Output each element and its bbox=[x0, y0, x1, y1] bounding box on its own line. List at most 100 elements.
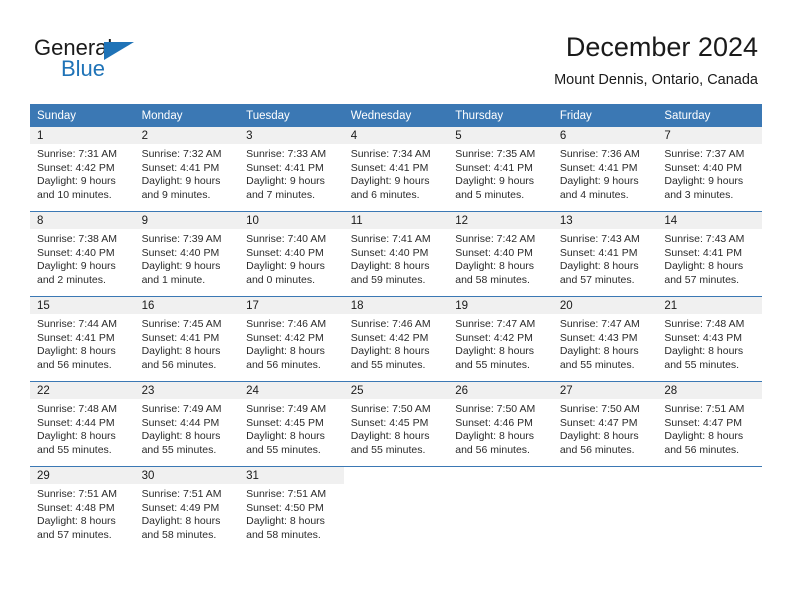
day-info-daylight1: Daylight: 8 hours bbox=[141, 345, 221, 358]
day-cell-content: 15 Sunrise: 7:44 AM Sunset: 4:41 PM Dayligh… bbox=[30, 297, 135, 381]
day-info-daylight1: Daylight: 8 hours bbox=[350, 345, 430, 358]
calendar-week-row: 1 Sunrise: 7:31 AM Sunset: 4:42 PM Daylight… bbox=[30, 127, 762, 212]
calendar-day-cell[interactable]: 17 Sunrise: 7:46 AM Sunset: 4:42 PM Dayligh… bbox=[239, 296, 344, 382]
calendar-day-cell[interactable]: 19 Sunrise: 7:47 AM Sunset: 4:42 PM Dayligh… bbox=[448, 296, 553, 382]
calendar-day-cell[interactable]: 9 Sunrise: 7:39 AM Sunset: 4:40 PM Daylight… bbox=[134, 211, 240, 297]
day-cell-content: 24 Sunrise: 7:49 AM Sunset: 4:45 PM Dayligh… bbox=[239, 382, 344, 466]
day-info-daylight1: Daylight: 8 hours bbox=[246, 515, 325, 528]
calendar-day-cell[interactable]: 30 Sunrise: 7:51 AM Sunset: 4:49 PM Dayligh… bbox=[134, 466, 240, 551]
calendar-day-cell[interactable]: 18 Sunrise: 7:46 AM Sunset: 4:42 PM Dayligh… bbox=[343, 296, 449, 382]
calendar-day-cell[interactable]: 24 Sunrise: 7:49 AM Sunset: 4:45 PM Dayligh… bbox=[239, 381, 344, 467]
day-info-sunrise: Sunrise: 7:31 AM bbox=[37, 148, 117, 160]
day-info-sunrise: Sunrise: 7:50 AM bbox=[559, 403, 640, 415]
day-info-sunset: Sunset: 4:48 PM bbox=[37, 501, 115, 514]
calendar-day-cell[interactable]: 11 Sunrise: 7:41 AM Sunset: 4:40 PM Dayligh… bbox=[343, 211, 449, 297]
calendar-day-cell[interactable]: 6 Sunrise: 7:36 AM Sunset: 4:41 PM Daylight… bbox=[552, 127, 658, 212]
calendar-day-cell[interactable]: 12 Sunrise: 7:42 AM Sunset: 4:40 PM Dayligh… bbox=[448, 211, 553, 297]
calendar-day-cell[interactable]: 2 Sunrise: 7:32 AM Sunset: 4:41 PM Daylight… bbox=[134, 127, 240, 212]
day-cell-content: 23 Sunrise: 7:49 AM Sunset: 4:44 PM Dayligh… bbox=[134, 382, 240, 466]
calendar-day-cell[interactable]: 21 Sunrise: 7:48 AM Sunset: 4:43 PM Dayligh… bbox=[657, 296, 762, 382]
weekday-header-tuesday: Tuesday bbox=[239, 104, 344, 127]
day-info bbox=[448, 484, 553, 488]
calendar-page: General Blue December 2024 Mount Dennis,… bbox=[0, 0, 792, 612]
day-cell-content: 31 Sunrise: 7:51 AM Sunset: 4:50 PM Dayligh… bbox=[239, 467, 344, 551]
day-info-sunset: Sunset: 4:41 PM bbox=[559, 246, 638, 259]
page-subtitle-location: Mount Dennis, Ontario, Canada bbox=[554, 72, 758, 88]
calendar-day-cell[interactable]: 16 Sunrise: 7:45 AM Sunset: 4:41 PM Dayligh… bbox=[134, 296, 240, 382]
calendar-day-cell[interactable]: 1 Sunrise: 7:31 AM Sunset: 4:42 PM Daylight… bbox=[30, 127, 135, 212]
day-info: Sunrise: 7:50 AM Sunset: 4:46 PM Daylight:… bbox=[448, 399, 553, 457]
calendar-day-cell[interactable]: 20 Sunrise: 7:47 AM Sunset: 4:43 PM Dayligh… bbox=[552, 296, 658, 382]
day-info-daylight2: and 0 minutes. bbox=[246, 273, 316, 286]
calendar-day-cell[interactable]: 27 Sunrise: 7:50 AM Sunset: 4:47 PM Dayligh… bbox=[552, 381, 658, 467]
calendar-day-cell[interactable]: 14 Sunrise: 7:43 AM Sunset: 4:41 PM Dayligh… bbox=[657, 211, 762, 297]
day-cell-content: 16 Sunrise: 7:45 AM Sunset: 4:41 PM Dayligh… bbox=[134, 297, 240, 381]
day-info: Sunrise: 7:43 AM Sunset: 4:41 PM Daylight:… bbox=[553, 229, 658, 287]
day-number bbox=[448, 467, 553, 484]
calendar-day-cell[interactable]: 13 Sunrise: 7:43 AM Sunset: 4:41 PM Dayligh… bbox=[552, 211, 658, 297]
calendar-day-cell[interactable]: 22 Sunrise: 7:48 AM Sunset: 4:44 PM Dayligh… bbox=[30, 381, 135, 467]
day-info-daylight2: and 56 minutes. bbox=[559, 443, 635, 456]
day-info: Sunrise: 7:48 AM Sunset: 4:43 PM Daylight:… bbox=[657, 314, 762, 372]
calendar-day-cell[interactable]: 31 Sunrise: 7:51 AM Sunset: 4:50 PM Dayligh… bbox=[239, 466, 344, 551]
calendar-day-cell bbox=[448, 466, 553, 551]
day-number: 16 bbox=[134, 297, 240, 314]
calendar-day-cell[interactable]: 26 Sunrise: 7:50 AM Sunset: 4:46 PM Dayligh… bbox=[448, 381, 553, 467]
day-cell-content: 30 Sunrise: 7:51 AM Sunset: 4:49 PM Dayligh… bbox=[134, 467, 240, 551]
day-cell-content: 19 Sunrise: 7:47 AM Sunset: 4:42 PM Dayligh… bbox=[448, 297, 553, 381]
day-info-daylight1: Daylight: 9 hours bbox=[350, 175, 430, 188]
day-number: 17 bbox=[239, 297, 344, 314]
day-info-sunset: Sunset: 4:41 PM bbox=[246, 161, 324, 174]
calendar-table: Sunday Monday Tuesday Wednesday Thursday… bbox=[30, 104, 762, 551]
calendar-day-cell[interactable]: 7 Sunrise: 7:37 AM Sunset: 4:40 PM Daylight… bbox=[657, 127, 762, 212]
day-info-sunrise: Sunrise: 7:37 AM bbox=[664, 148, 745, 160]
day-info-sunrise: Sunrise: 7:49 AM bbox=[246, 403, 327, 415]
calendar-day-cell[interactable]: 29 Sunrise: 7:51 AM Sunset: 4:48 PM Dayligh… bbox=[30, 466, 135, 551]
day-info-sunset: Sunset: 4:47 PM bbox=[559, 416, 638, 429]
day-info-sunrise: Sunrise: 7:41 AM bbox=[350, 233, 431, 245]
day-number: 8 bbox=[30, 212, 135, 229]
day-cell-content: 29 Sunrise: 7:51 AM Sunset: 4:48 PM Dayligh… bbox=[30, 467, 135, 551]
day-info-daylight2: and 55 minutes. bbox=[37, 443, 112, 456]
day-info-sunset: Sunset: 4:41 PM bbox=[664, 246, 743, 259]
day-info-daylight1: Daylight: 9 hours bbox=[559, 175, 639, 188]
calendar-day-cell[interactable]: 15 Sunrise: 7:44 AM Sunset: 4:41 PM Dayligh… bbox=[30, 296, 135, 382]
day-cell-content: 5 Sunrise: 7:35 AM Sunset: 4:41 PM Daylight… bbox=[448, 127, 553, 211]
day-info-sunset: Sunset: 4:42 PM bbox=[37, 161, 115, 174]
day-number: 28 bbox=[657, 382, 762, 399]
day-info: Sunrise: 7:39 AM Sunset: 4:40 PM Daylight:… bbox=[135, 229, 240, 287]
calendar-day-cell[interactable]: 23 Sunrise: 7:49 AM Sunset: 4:44 PM Dayligh… bbox=[134, 381, 240, 467]
day-info-daylight2: and 56 minutes. bbox=[141, 358, 217, 371]
day-info: Sunrise: 7:47 AM Sunset: 4:43 PM Daylight:… bbox=[553, 314, 658, 372]
day-info: Sunrise: 7:32 AM Sunset: 4:41 PM Daylight:… bbox=[135, 144, 240, 202]
day-info-daylight2: and 10 minutes. bbox=[37, 188, 112, 201]
day-info-daylight2: and 55 minutes. bbox=[246, 443, 321, 456]
day-info-sunrise: Sunrise: 7:50 AM bbox=[455, 403, 536, 415]
day-info-sunrise: Sunrise: 7:39 AM bbox=[141, 233, 222, 245]
day-info-sunrise: Sunrise: 7:43 AM bbox=[559, 233, 640, 245]
calendar-day-cell[interactable]: 3 Sunrise: 7:33 AM Sunset: 4:41 PM Daylight… bbox=[239, 127, 344, 212]
calendar-day-cell[interactable]: 28 Sunrise: 7:51 AM Sunset: 4:47 PM Dayligh… bbox=[657, 381, 762, 467]
day-cell-content: 8 Sunrise: 7:38 AM Sunset: 4:40 PM Daylight… bbox=[30, 212, 135, 296]
day-info: Sunrise: 7:48 AM Sunset: 4:44 PM Daylight:… bbox=[30, 399, 135, 457]
calendar-day-cell[interactable]: 4 Sunrise: 7:34 AM Sunset: 4:41 PM Daylight… bbox=[343, 127, 449, 212]
calendar-day-cell[interactable]: 25 Sunrise: 7:50 AM Sunset: 4:45 PM Dayligh… bbox=[343, 381, 449, 467]
general-blue-logo[interactable]: General Blue bbox=[34, 36, 204, 84]
day-info: Sunrise: 7:49 AM Sunset: 4:44 PM Daylight:… bbox=[135, 399, 240, 457]
day-number: 2 bbox=[134, 127, 240, 144]
day-info-sunrise: Sunrise: 7:33 AM bbox=[246, 148, 327, 160]
day-number: 5 bbox=[448, 127, 553, 144]
day-number: 25 bbox=[343, 382, 449, 399]
calendar-day-cell[interactable]: 8 Sunrise: 7:38 AM Sunset: 4:40 PM Daylight… bbox=[30, 211, 135, 297]
day-info-sunrise: Sunrise: 7:51 AM bbox=[37, 488, 117, 500]
day-info-sunset: Sunset: 4:50 PM bbox=[246, 501, 324, 514]
calendar-day-cell[interactable]: 10 Sunrise: 7:40 AM Sunset: 4:40 PM Dayligh… bbox=[239, 211, 344, 297]
calendar-header-row: Sunday Monday Tuesday Wednesday Thursday… bbox=[30, 104, 762, 127]
day-info-daylight2: and 4 minutes. bbox=[559, 188, 629, 201]
calendar-day-cell bbox=[657, 466, 762, 551]
day-info-daylight2: and 57 minutes. bbox=[37, 528, 112, 541]
day-info bbox=[344, 484, 449, 488]
day-number: 21 bbox=[657, 297, 762, 314]
calendar-day-cell[interactable]: 5 Sunrise: 7:35 AM Sunset: 4:41 PM Daylight… bbox=[448, 127, 553, 212]
day-info-daylight1: Daylight: 8 hours bbox=[141, 430, 221, 443]
